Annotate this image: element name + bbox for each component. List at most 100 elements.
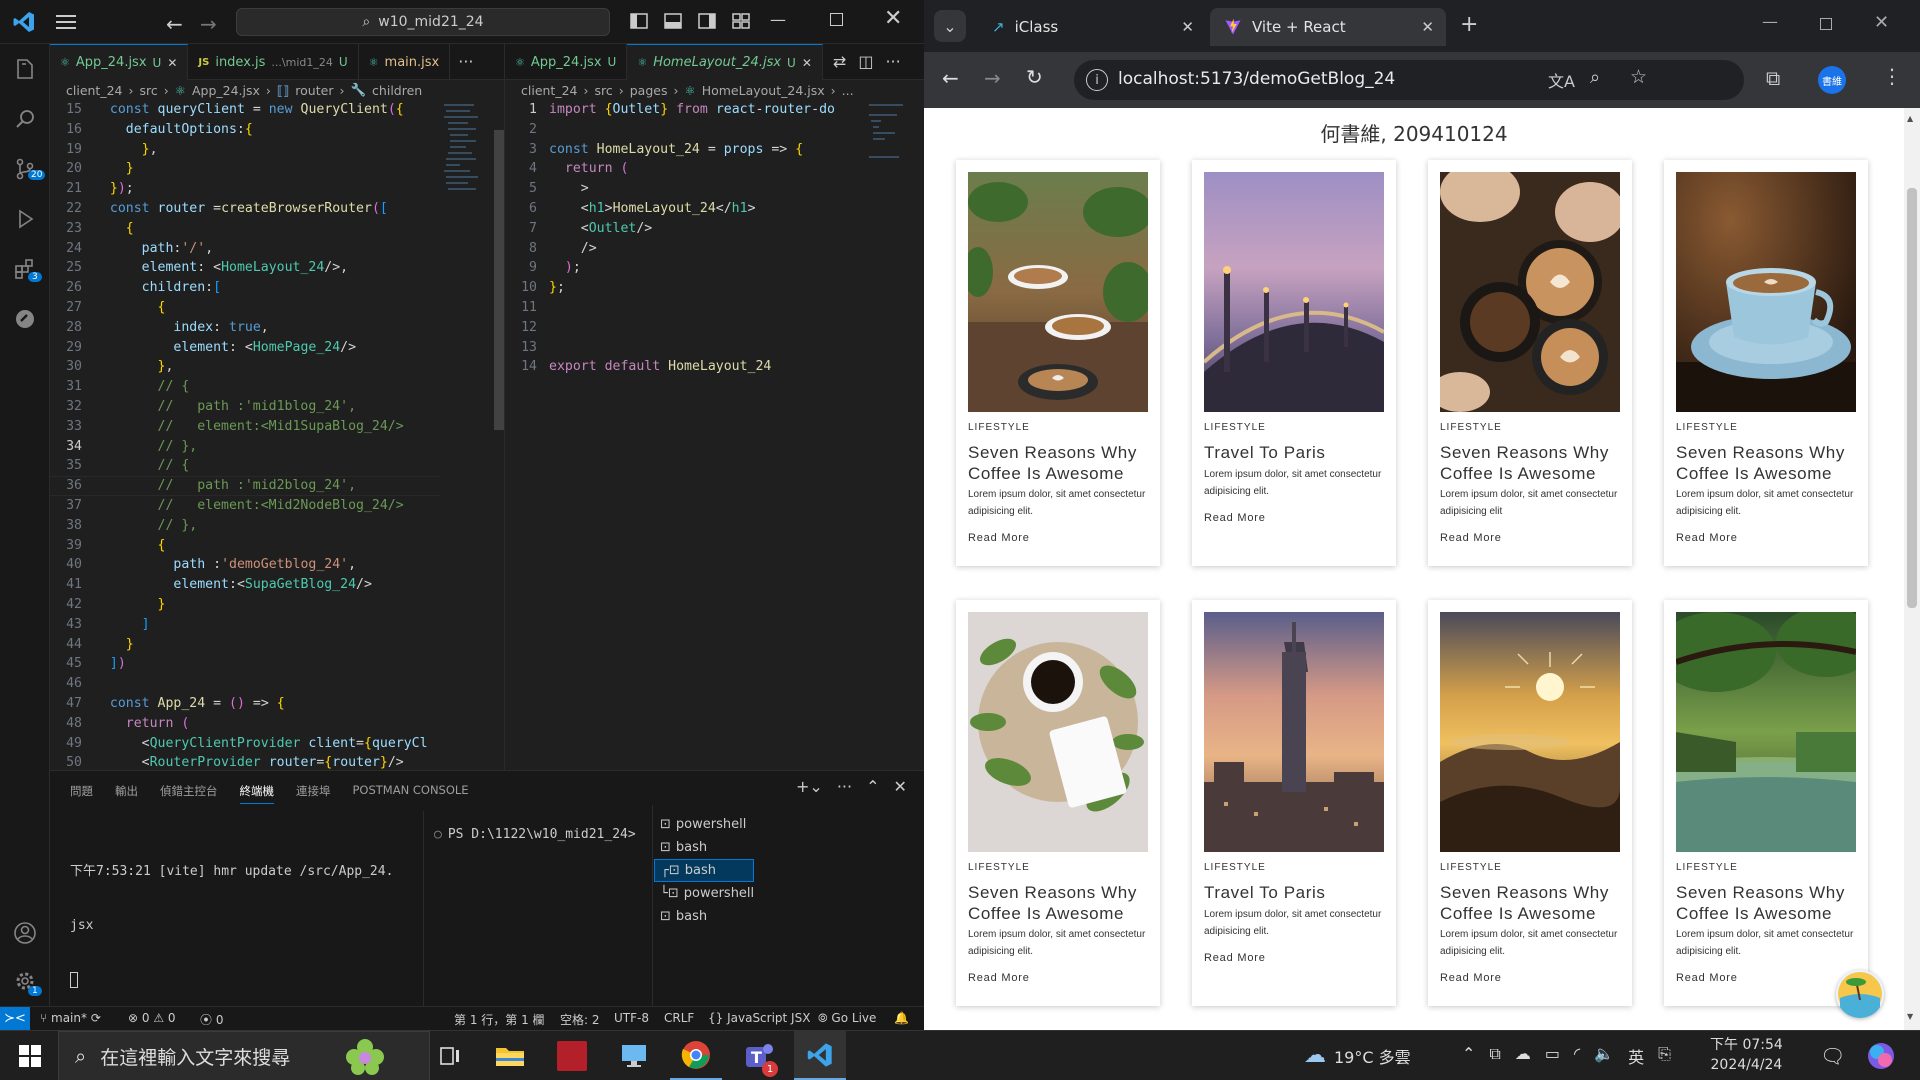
file-explorer-icon[interactable] [484,1031,536,1080]
cursor-position[interactable]: 第 1 行，第 1 欄 [454,1011,545,1028]
git-branch[interactable]: ⑂ main* ⟳ [40,1011,101,1025]
toggle-sidebar-icon[interactable] [630,12,648,30]
windows-start-icon[interactable] [4,1031,56,1080]
read-more-link[interactable]: Read More [1676,532,1738,544]
show-hidden-icons-chevron-icon[interactable]: ⌃ [1462,1044,1475,1068]
blog-card[interactable]: LIFESTYLE Seven Reasons Why Coffee Is Aw… [1664,160,1868,566]
tab-search-chevron-icon[interactable]: ⌄ [934,10,966,42]
terminal-split-divider[interactable] [423,811,424,1007]
new-tab-icon[interactable]: + [1460,12,1478,37]
reload-icon[interactable]: ↻ [1026,65,1043,89]
bookmark-star-icon[interactable]: ☆ [1630,66,1647,88]
notifications-bell-icon[interactable]: 🔔 [894,1011,909,1025]
forward-arrow-icon[interactable]: → [200,12,217,36]
notification-center-icon[interactable]: 🗨 [1820,1044,1845,1068]
chrome-taskbar-icon[interactable] [670,1031,722,1080]
tab-output[interactable]: 輸出 [115,783,138,804]
zoom-icon[interactable]: ⌕ [1590,67,1600,88]
remote-desktop-icon[interactable] [608,1031,660,1080]
breadcrumb-item[interactable]: HomeLayout_24.jsx [702,83,825,98]
read-more-link[interactable]: Read More [1676,972,1738,984]
battery-icon[interactable]: ▭ [1545,1044,1560,1068]
breadcrumb-item[interactable]: src [140,83,158,98]
breadcrumb-item[interactable]: pages [630,83,668,98]
language-mode[interactable]: {} JavaScript JSX [708,1011,810,1025]
app-red-icon[interactable] [546,1031,598,1080]
onedrive-icon[interactable]: ☁ [1515,1044,1531,1068]
maximize-panel-icon[interactable]: ⌃ [866,777,879,796]
read-more-link[interactable]: Read More [1204,512,1266,524]
breadcrumb-item[interactable]: ... [842,83,854,98]
command-center-search[interactable]: ⌕ w10_mid21_24 [236,8,610,36]
terminal-list-item[interactable]: ⊡ bash [654,836,754,859]
meet-now-icon[interactable]: ⧉ [1489,1044,1500,1068]
chrome-menu-icon[interactable]: ⋮ [1882,64,1902,88]
address-bar[interactable]: i localhost:5173/demoGetBlog_24 文A ⌕ ☆ [1074,60,1744,100]
split-editor-icon[interactable]: ◫ [858,52,873,71]
code-area-left[interactable]: 15 const queryClient = new QueryClient({… [50,100,440,770]
read-more-link[interactable]: Read More [968,532,1030,544]
scroll-down-icon[interactable]: ▼ [1907,1012,1913,1021]
ime-mode-icon[interactable]: ⎘ [1658,1044,1671,1068]
tab-homelayout[interactable]: ⚛ HomeLayout_24.jsx U ✕ [627,44,823,80]
breadcrumb-item[interactable]: App_24.jsx [192,83,260,98]
tab-close-icon[interactable]: ✕ [1421,18,1434,36]
extensions-puzzle-icon[interactable]: ⧉ [1766,66,1780,90]
scrollbar-thumb[interactable] [1907,188,1917,608]
minimize-icon[interactable]: — [770,10,786,29]
blog-card[interactable]: LIFESTYLE Seven Reasons Why Coffee Is Aw… [1428,160,1632,566]
tab-close-icon[interactable]: ✕ [1181,18,1194,36]
more-actions-icon[interactable]: ··· [885,52,900,71]
remote-explorer-icon[interactable] [0,296,50,342]
explorer-icon[interactable] [0,46,50,92]
teams-icon[interactable]: T 1 [732,1031,784,1080]
tab-close-icon[interactable]: ✕ [802,56,812,70]
maximize-icon[interactable] [830,13,843,26]
read-more-link[interactable]: Read More [1204,952,1266,964]
breadcrumb-item[interactable]: router [295,83,333,98]
remote-indicator-icon[interactable]: ≻< [0,1007,30,1030]
terminal-output-right[interactable]: ○ PS D:\1122\w10_mid21_24> [434,827,636,842]
blog-card[interactable]: LIFESTYLE Seven Reasons Why Coffee Is Aw… [956,160,1160,566]
indentation[interactable]: 空格: 2 [560,1011,600,1028]
run-debug-icon[interactable] [0,196,50,242]
extensions-icon[interactable]: 3 [0,246,50,292]
blog-card[interactable]: LIFESTYLE Travel To Paris Lorem ipsum do… [1192,160,1396,566]
search-sidebar-icon[interactable] [0,96,50,142]
terminal-list-item[interactable]: ⊡ bash [654,905,754,928]
tab-app-jsx-right[interactable]: ⚛ App_24.jsx U [505,44,628,80]
chrome-tab-vite-react[interactable]: Vite + React ✕ [1210,8,1446,46]
blog-card[interactable]: LIFESTYLE Seven Reasons Why Coffee Is Aw… [1664,600,1868,1006]
terminal-output-left[interactable]: 下午7:53:21 [vite] hmr update /src/App_24.… [70,827,393,1024]
translate-icon[interactable]: 文A [1548,68,1575,92]
page-scrollbar[interactable]: ▲ ▼ [1904,108,1920,1030]
toggle-secondary-sidebar-icon[interactable] [698,12,716,30]
problems-indicator[interactable]: ⊗ 0 ⚠ 0 [128,1011,176,1025]
tab-debug-console[interactable]: 偵錯主控台 [160,783,218,804]
weather-widget[interactable]: ☁ 19°C 多雲 [1304,1043,1411,1068]
toggle-panel-icon[interactable] [664,12,682,30]
manage-gear-icon[interactable]: 1 [0,958,50,1004]
blog-card[interactable]: LIFESTYLE Travel To Paris Lorem ipsum do… [1192,600,1396,1006]
accounts-icon[interactable] [0,910,50,956]
breadcrumb-item[interactable]: client_24 [521,83,578,98]
chrome-tab-iclass[interactable]: ↗ iClass ✕ [978,8,1206,46]
read-more-link[interactable]: Read More [968,972,1030,984]
ports-indicator[interactable]: ⦿ 0 [200,1011,223,1028]
blog-card[interactable]: LIFESTYLE Seven Reasons Why Coffee Is Aw… [956,600,1160,1006]
close-icon[interactable]: ✕ [884,6,902,31]
encoding[interactable]: UTF-8 [614,1011,649,1025]
terminal-list-item[interactable]: └⊡ powershell [654,882,754,905]
vscode-taskbar-icon[interactable] [794,1031,846,1080]
tab-app-jsx-left[interactable]: ⚛ App_24.jsx U ✕ [50,44,189,80]
clock[interactable]: 下午 07:54 2024/4/24 [1710,1035,1783,1075]
menu-icon[interactable] [56,14,76,30]
ime-indicator[interactable]: 英 [1628,1044,1644,1068]
search-highlight-flower-icon[interactable] [336,1035,394,1077]
tab-problems[interactable]: 問題 [70,783,93,804]
scroll-up-icon[interactable]: ▲ [1907,114,1913,123]
more-actions-icon[interactable]: ··· [837,777,852,796]
read-more-link[interactable]: Read More [1440,972,1502,984]
floating-assistant-icon[interactable] [1836,970,1884,1018]
terminal-list-item-active[interactable]: ┌⊡ bash [654,859,754,882]
